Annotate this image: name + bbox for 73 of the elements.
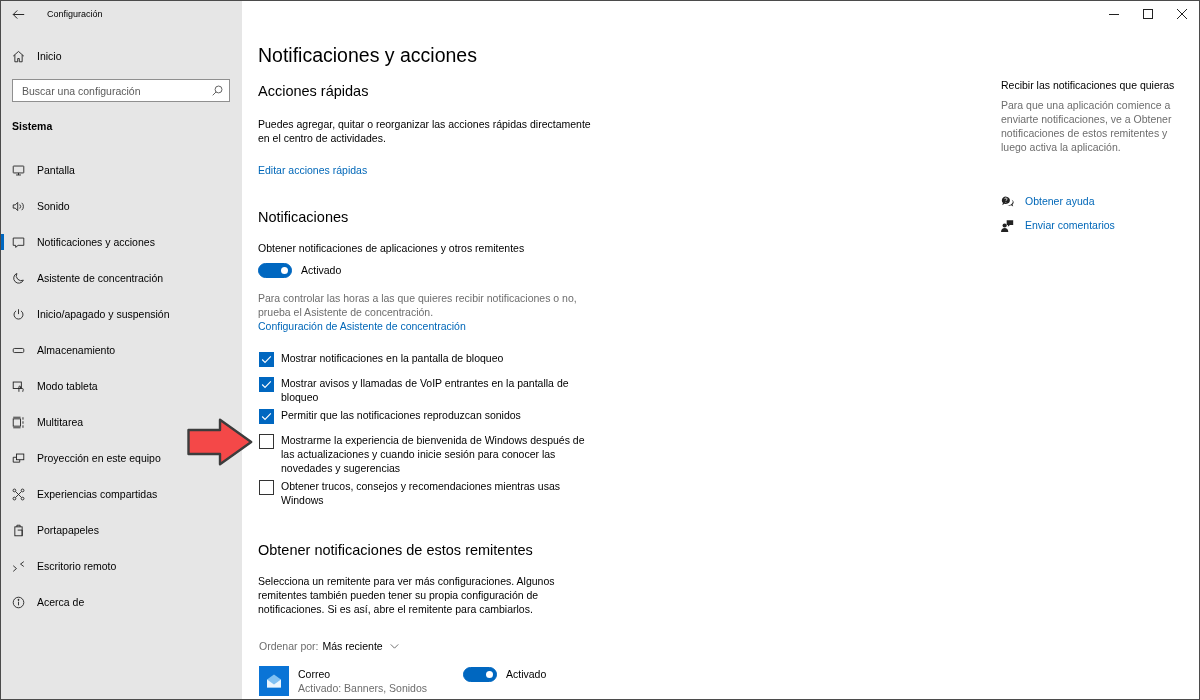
chevrons-icon <box>12 559 25 573</box>
nav-item[interactable]: Experiencias compartidas <box>1 476 242 512</box>
maximize-icon <box>1143 9 1153 19</box>
sort-label: Ordenar por: <box>259 639 319 653</box>
checkbox-label: Mostrar notificaciones en la pantalla de bloqueo <box>281 351 505 365</box>
window-panes-icon <box>12 415 25 429</box>
focus-assist-link[interactable]: Configuración de Asistente de concentración <box>258 319 466 333</box>
close-icon <box>1177 9 1187 19</box>
toggle-switch[interactable] <box>258 263 292 278</box>
toggle-label: Activado <box>506 667 547 682</box>
home-nav-item[interactable]: Inicio <box>1 38 242 74</box>
power-icon <box>12 307 25 321</box>
checkbox-label: Obtener trucos, consejos y recomendaciones mientras usas Windows <box>281 479 561 507</box>
checkbox-label: Mostrarme la experiencia de bienvenida de Windows después de las actualizaciones y cuando inicie sesión para conocer las novedades y sugerencias <box>281 433 586 475</box>
sort-dropdown[interactable]: Más reciente <box>322 639 399 653</box>
speaker-icon <box>12 199 25 213</box>
check-icon <box>260 378 273 391</box>
check-icon <box>260 410 273 423</box>
window-title: Configuración <box>47 8 103 21</box>
section-heading: Notificaciones <box>258 208 349 227</box>
speech-bubble-icon <box>12 235 25 249</box>
nav-item[interactable]: Acerca de <box>1 584 242 620</box>
app-name: Correo <box>298 667 331 681</box>
back-arrow-icon <box>12 7 25 21</box>
nav-item[interactable]: Proyección en este equipo <box>1 440 242 476</box>
checkbox[interactable] <box>259 434 274 449</box>
clipboard-icon <box>12 523 25 537</box>
section-heading: Sistema <box>11 119 54 133</box>
monitor-icon <box>12 163 25 177</box>
hint-text: Para controlar las horas a las que quieres recibir notificaciones o no, prueba el Asistente de concentración. <box>258 291 578 319</box>
speech-bubbles-icon <box>1001 194 1014 208</box>
nav-item[interactable]: Pantalla <box>1 152 242 188</box>
info-icon <box>12 595 25 609</box>
checkbox[interactable] <box>259 480 274 495</box>
section-heading: Obtener notificaciones de estos remitentes <box>258 541 533 560</box>
app-status: Activado: Banners, Sonidos <box>298 681 427 695</box>
nav-item[interactable]: Inicio/apagado y suspensión <box>1 296 242 332</box>
checkbox-label: Mostrar avisos y llamadas de VoIP entrantes en la pantalla de bloqueo <box>281 376 570 404</box>
edit-quick-actions-link[interactable]: Editar acciones rápidas <box>258 163 368 177</box>
section-description: Puedes agregar, quitar o reorganizar las acciones rápidas directamente en el centro de actividades. <box>258 117 592 145</box>
checkbox[interactable] <box>259 409 274 424</box>
nav-item[interactable]: Multitarea <box>1 404 242 440</box>
toggle-label: Activado <box>301 263 342 278</box>
chevron-down-icon <box>389 643 399 649</box>
aside-text: Para que una aplicación comience a enviarte notificaciones, ve a Obtener notificaciones de estos remitentes y luego activa la aplicación. <box>1001 98 1173 154</box>
checkbox-label: Permitir que las notificaciones reproduzcan sonidos <box>281 408 522 422</box>
section-description: Selecciona un remitente para ver más configuraciones. Algunos remitentes también pueden tener su propia configuración de notificaciones. Si es así, abre el remitente para cambiarlos. <box>258 574 556 616</box>
check-icon <box>260 353 273 366</box>
section-heading: Acciones rápidas <box>258 82 369 101</box>
search-field[interactable]: Buscar una configuración <box>12 79 230 102</box>
nav-item[interactable]: Sonido <box>1 188 242 224</box>
envelope-icon <box>259 666 289 696</box>
nav-item[interactable]: Notificaciones y acciones <box>1 224 242 260</box>
aside-link[interactable]: Obtener ayuda <box>1025 194 1095 208</box>
person-bubble-icon <box>1001 218 1014 232</box>
house-icon <box>12 49 25 63</box>
nav-item[interactable]: Almacenamiento <box>1 332 242 368</box>
nodes-icon <box>12 487 25 501</box>
search-icon <box>212 85 223 96</box>
setting-label: Obtener notificaciones de aplicaciones y otros remitentes <box>258 241 525 255</box>
nav-item[interactable]: Asistente de concentración <box>1 260 242 296</box>
toggle-switch[interactable] <box>463 667 497 682</box>
nav-item[interactable]: Portapapeles <box>1 512 242 548</box>
screens-icon <box>12 451 25 465</box>
checkbox[interactable] <box>259 352 274 367</box>
aside-heading: Recibir las notificaciones que quieras <box>1001 78 1175 92</box>
nav-item[interactable]: Modo tableta <box>1 368 242 404</box>
page-title: Notificaciones y acciones <box>258 43 477 68</box>
checkbox[interactable] <box>259 377 274 392</box>
tablet-icon <box>12 379 25 393</box>
nav-item[interactable]: Escritorio remoto <box>1 548 242 584</box>
moon-icon <box>12 271 25 285</box>
aside-link[interactable]: Enviar comentarios <box>1025 218 1115 232</box>
